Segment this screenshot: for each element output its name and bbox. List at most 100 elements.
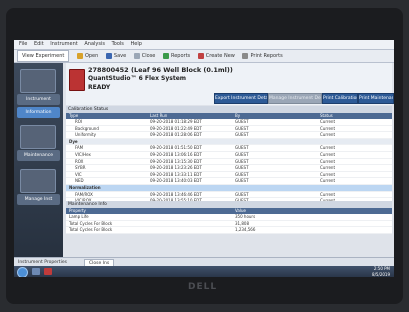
cell-by: GUEST xyxy=(235,151,249,157)
table-row[interactable]: ROI 09-20-2018 01:18:29 EDT GUEST Current xyxy=(66,119,392,126)
cell-status: Current xyxy=(320,178,336,184)
cell-type: Normalization xyxy=(69,184,101,190)
table-row[interactable]: Background 09-20-2018 01:22:49 EDT GUEST Cu… xyxy=(66,126,392,133)
calibration-rows: ROI 09-20-2018 01:18:29 EDT GUEST Current Ba… xyxy=(66,119,392,212)
table-row[interactable]: FAM 09-20-2018 01:51:50 EDT GUEST Current xyxy=(66,145,392,152)
calibration-status-title: Calibration Status xyxy=(66,106,392,113)
quantstudio-app-icon[interactable] xyxy=(44,268,52,275)
nav-item-manage-inst[interactable]: Manage Inst xyxy=(17,194,60,205)
cell-type: ROI xyxy=(75,119,83,124)
table-row[interactable]: VIC 09-20-2018 13:33:11 EDT GUEST Current xyxy=(66,172,392,179)
reports-button[interactable]: Reports xyxy=(162,50,191,62)
manage-instrument-icon xyxy=(20,169,56,193)
cell-last-run: 09-20-2018 01:22:49 EDT xyxy=(150,125,202,131)
create-new-label: Create New xyxy=(205,53,235,59)
nav-item-instrument[interactable]: Instrument xyxy=(17,94,60,105)
instrument-thumbnail-icon xyxy=(20,69,56,93)
menu-bar: File Edit Instrument Analysis Tools Help xyxy=(14,40,394,50)
maintenance-table: Property Value Lamp Life 350 hours Total C… xyxy=(66,208,392,234)
cell-type: Dye xyxy=(69,138,78,144)
cell-property: Total Cycles For Block xyxy=(69,227,113,233)
maintenance-rows: Lamp Life 350 hours Total Cycles For Block… xyxy=(66,214,392,234)
application-screen: File Edit Instrument Analysis Tools Help… xyxy=(14,40,394,277)
cell-status: Current xyxy=(320,145,336,151)
export-instrument-details-button[interactable]: Export Instrument Details xyxy=(214,93,268,104)
table-row[interactable]: FAM/ROX 09-20-2018 13:46:46 EDT GUEST Curre… xyxy=(66,192,392,199)
table-row[interactable]: Dye xyxy=(66,138,392,146)
table-row[interactable]: Normalization xyxy=(66,184,392,192)
cell-by: GUEST xyxy=(235,132,249,138)
cell-by: GUEST xyxy=(235,119,249,124)
table-row[interactable]: VIC/Hex 09-20-2018 13:06:16 EDT GUEST Curre… xyxy=(66,152,392,159)
maintenance-info-title: Maintenance Info xyxy=(66,201,392,208)
reports-label: Reports xyxy=(170,53,191,59)
nav-item-information[interactable]: Information xyxy=(17,107,60,118)
menu-instrument[interactable]: Instrument xyxy=(50,41,78,47)
table-row[interactable]: SYBR 09-20-2018 13:23:26 EDT GUEST Current xyxy=(66,165,392,172)
close-label: Close xyxy=(141,53,156,59)
cell-value: 31,808 xyxy=(235,220,249,226)
manage-instrument-details-button[interactable]: Manage Instrument Details xyxy=(268,93,322,104)
instrument-model: QuantStudio™ 6 Flex System xyxy=(88,75,187,82)
instrument-properties-label: Instrument Properties xyxy=(18,260,67,265)
cell-last-run: 09-20-2018 13:46:46 EDT xyxy=(150,191,202,197)
tab-view-experiment[interactable]: View Experiment xyxy=(17,50,70,62)
windows-taskbar: 2:50 PM 8/5/2019 xyxy=(14,266,394,277)
cell-status: Current xyxy=(320,191,336,197)
start-button-icon[interactable] xyxy=(17,267,28,277)
table-row[interactable]: NED 09-20-2018 13:40:03 EDT GUEST Current xyxy=(66,178,392,185)
menu-file[interactable]: File xyxy=(19,41,27,47)
cell-by: GUEST xyxy=(235,158,249,164)
cell-last-run: 09-20-2018 13:23:26 EDT xyxy=(150,165,202,171)
clock-time: 2:50 PM xyxy=(373,266,390,271)
cell-type: ROX xyxy=(75,158,84,164)
calibration-table: Type Last Run By Status ROI 09-20-2018 01… xyxy=(66,113,392,212)
save-label: Save xyxy=(113,53,127,59)
cell-property: Total Cycles For Block xyxy=(69,220,113,226)
cell-last-run: 09-20-2018 13:40:03 EDT xyxy=(150,178,202,184)
table-row[interactable]: Lamp Life 350 hours xyxy=(66,214,392,221)
table-row[interactable]: ROX 09-20-2018 13:15:30 EDT GUEST Current xyxy=(66,159,392,166)
cell-type: FAM xyxy=(75,145,84,151)
system-tray: 2:50 PM 8/5/2019 xyxy=(372,266,390,277)
create-new-icon xyxy=(197,52,204,59)
cell-by: GUEST xyxy=(235,178,249,184)
file-explorer-icon[interactable] xyxy=(32,268,40,275)
menu-analysis[interactable]: Analysis xyxy=(84,41,105,47)
close-button[interactable]: Close xyxy=(133,50,156,62)
instrument-header: 278800452 (Leaf 96 Well Block (0.1ml)) Q… xyxy=(66,63,394,105)
save-button[interactable]: Save xyxy=(105,50,127,62)
instrument-serial: 278800452 (Leaf 96 Well Block (0.1ml)) xyxy=(88,66,233,74)
menu-help[interactable]: Help xyxy=(130,41,141,47)
cell-value: 1,234,566 xyxy=(235,227,256,233)
cell-by: GUEST xyxy=(235,191,249,197)
cell-status: Current xyxy=(320,165,336,171)
print-reports-button[interactable]: Print Reports xyxy=(242,50,283,62)
create-new-button[interactable]: Create New xyxy=(197,50,235,62)
cell-last-run: 09-20-2018 01:28:06 EDT xyxy=(150,132,202,138)
cell-status: Current xyxy=(320,132,336,138)
cell-by: GUEST xyxy=(235,165,249,171)
cell-type: Background xyxy=(75,125,99,131)
cell-last-run: 09-20-2018 01:18:29 EDT xyxy=(150,119,202,124)
table-row[interactable]: Total Cycles For Block 1,234,566 xyxy=(66,227,392,234)
cell-by: GUEST xyxy=(235,171,249,177)
reports-icon xyxy=(162,52,169,59)
cell-type: VIC xyxy=(75,171,82,177)
cell-type: FAM/ROX xyxy=(75,191,93,197)
print-maintenance-summary-button[interactable]: Print Maintenance Summary xyxy=(358,93,394,104)
print-calibration-log-button[interactable]: Print Calibration Log xyxy=(322,93,358,104)
cell-by: GUEST xyxy=(235,125,249,131)
table-row[interactable]: Total Cycles For Block 31,808 xyxy=(66,221,392,228)
cell-last-run: 09-20-2018 13:33:11 EDT xyxy=(150,171,202,177)
menu-tools[interactable]: Tools xyxy=(112,41,124,47)
nav-item-maintenance[interactable]: Maintenance xyxy=(17,150,60,161)
cell-type: VIC/Hex xyxy=(75,151,91,157)
open-button[interactable]: Open xyxy=(76,50,98,62)
menu-edit[interactable]: Edit xyxy=(34,41,44,47)
cell-last-run: 09-20-2018 13:15:30 EDT xyxy=(150,158,202,164)
table-row[interactable]: Uniformity 09-20-2018 01:28:06 EDT GUEST Cu… xyxy=(66,132,392,139)
wrench-icon xyxy=(20,125,56,149)
cell-status: Current xyxy=(320,171,336,177)
close-icon xyxy=(133,52,140,59)
